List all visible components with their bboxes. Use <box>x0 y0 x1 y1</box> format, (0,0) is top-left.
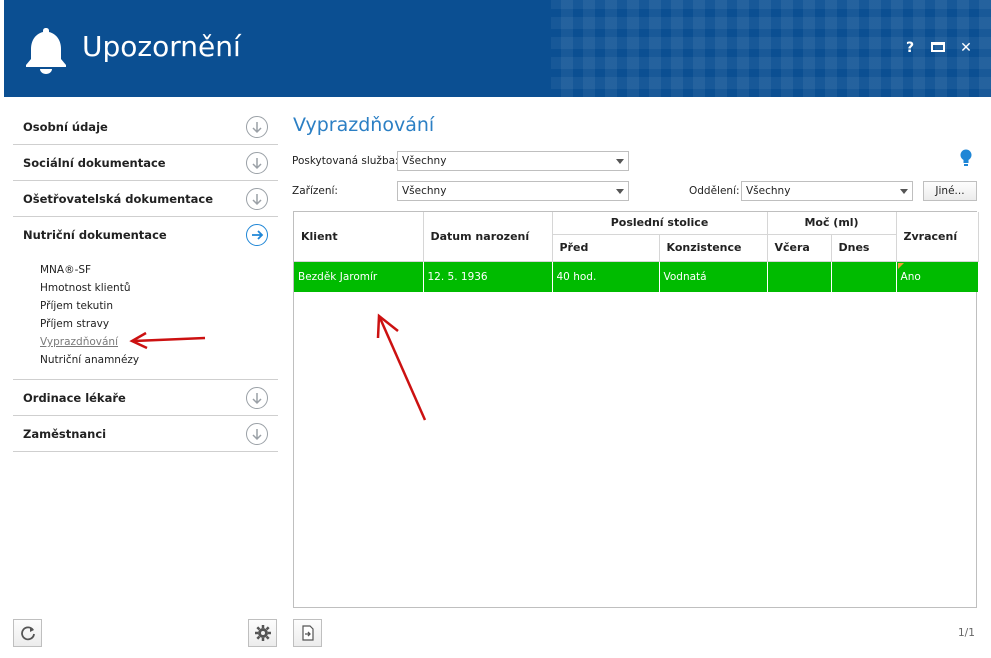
sidebar-item-label: Sociální dokumentace <box>23 155 166 170</box>
service-select[interactable]: Všechny <box>397 151 629 171</box>
cell-today[interactable] <box>831 261 897 292</box>
submenu-item-prijem-tekutin[interactable]: Příjem tekutin <box>40 297 278 315</box>
gear-icon <box>254 625 271 641</box>
column-group-urine: Moč (ml) <box>767 212 897 235</box>
column-header-today[interactable]: Dnes <box>831 234 897 262</box>
table-row[interactable]: Bezděk Jaromír 12. 5. 1936 40 hod. Vodna… <box>294 261 979 292</box>
service-select-value: Všechny <box>402 155 447 167</box>
data-grid: Klient Datum narození Poslední stolice M… <box>293 211 979 608</box>
facility-label: Zařízení: <box>292 185 338 197</box>
facility-select-value: Všechny <box>402 185 447 197</box>
bell-icon <box>26 28 66 74</box>
settings-button[interactable] <box>248 619 277 647</box>
expand-down-icon[interactable] <box>246 386 268 409</box>
help-button[interactable]: ? <box>903 40 917 56</box>
column-header-vomiting[interactable]: Zvracení <box>896 212 979 262</box>
cell-consistency[interactable]: Vodnatá <box>659 261 768 292</box>
sidebar-item-label: Zaměstnanci <box>23 426 107 441</box>
export-button[interactable] <box>293 619 322 647</box>
expand-down-icon[interactable] <box>246 187 268 210</box>
cell-birth-date[interactable]: 12. 5. 1936 <box>423 261 553 292</box>
maximize-icon <box>931 42 945 52</box>
sidebar-item-label: Ordinace lékaře <box>23 390 126 405</box>
cell-yesterday[interactable] <box>767 261 832 292</box>
submenu-item-mna-sf[interactable]: MNA®-SF <box>40 261 278 279</box>
alerts-table: Klient Datum narození Poslední stolice M… <box>294 212 979 292</box>
sidebar-item-label: Osobní údaje <box>23 119 108 134</box>
sidebar-item-zamestnanci[interactable]: Zaměstnanci <box>13 416 278 452</box>
expand-down-icon[interactable] <box>246 151 268 174</box>
maximize-button[interactable] <box>931 40 945 56</box>
sidebar-item-osobni-udaje[interactable]: Osobní údaje <box>13 109 278 145</box>
expand-down-icon[interactable] <box>246 115 268 138</box>
sidebar-item-osetrovatelska-dokumentace[interactable]: Ošetřovatelská dokumentace <box>13 181 278 217</box>
department-label: Oddělení: <box>689 185 740 197</box>
column-header-yesterday[interactable]: Včera <box>767 234 832 262</box>
cell-client[interactable]: Bezděk Jaromír <box>294 261 424 292</box>
page-indicator: 1/1 <box>958 627 975 639</box>
column-header-birth-date[interactable]: Datum narození <box>423 212 553 262</box>
close-button[interactable]: ✕ <box>959 40 973 56</box>
other-button[interactable]: Jiné... <box>923 181 977 201</box>
sidebar: Osobní údaje Sociální dokumentace Ošetřo… <box>13 109 278 452</box>
submenu-item-hmotnost[interactable]: Hmotnost klientů <box>40 279 278 297</box>
department-select[interactable]: Všechny <box>741 181 913 201</box>
service-label: Poskytovaná služba: <box>292 155 399 167</box>
app-header: Upozornění ? ✕ <box>4 0 991 97</box>
submenu-item-vyprazdnovani[interactable]: Vyprazdňování <box>40 333 278 351</box>
chevron-down-icon <box>616 159 624 164</box>
sidebar-item-socialni-dokumentace[interactable]: Sociální dokumentace <box>13 145 278 181</box>
sidebar-item-label: Ošetřovatelská dokumentace <box>23 191 214 206</box>
chevron-down-icon <box>900 189 908 194</box>
column-header-before[interactable]: Před <box>552 234 660 262</box>
lightbulb-icon[interactable] <box>959 149 973 167</box>
refresh-button[interactable] <box>13 619 42 647</box>
submenu-item-nutricni-anamnezy[interactable]: Nutriční anamnézy <box>40 351 278 369</box>
nutrition-submenu: MNA®-SF Hmotnost klientů Příjem tekutin … <box>13 253 278 380</box>
submenu-item-prijem-stravy[interactable]: Příjem stravy <box>40 315 278 333</box>
cell-vomiting[interactable]: Ano <box>896 261 979 292</box>
cell-before[interactable]: 40 hod. <box>552 261 660 292</box>
facility-select[interactable]: Všechny <box>397 181 629 201</box>
page-title: Vyprazdňování <box>293 114 435 136</box>
chevron-down-icon <box>616 189 624 194</box>
column-group-last-stool: Poslední stolice <box>552 212 768 235</box>
arrow-right-icon[interactable] <box>246 224 268 246</box>
column-header-consistency[interactable]: Konzistence <box>659 234 768 262</box>
window-title: Upozornění <box>82 30 241 63</box>
department-select-value: Všechny <box>746 185 791 197</box>
sidebar-item-ordinace-lekare[interactable]: Ordinace lékaře <box>13 380 278 416</box>
export-icon <box>301 625 314 641</box>
refresh-icon <box>20 626 35 641</box>
sidebar-item-label: Nutriční dokumentace <box>23 228 167 242</box>
sidebar-item-nutricni-dokumentace[interactable]: Nutriční dokumentace <box>13 217 278 253</box>
expand-down-icon[interactable] <box>246 422 268 445</box>
column-header-client[interactable]: Klient <box>294 212 424 262</box>
